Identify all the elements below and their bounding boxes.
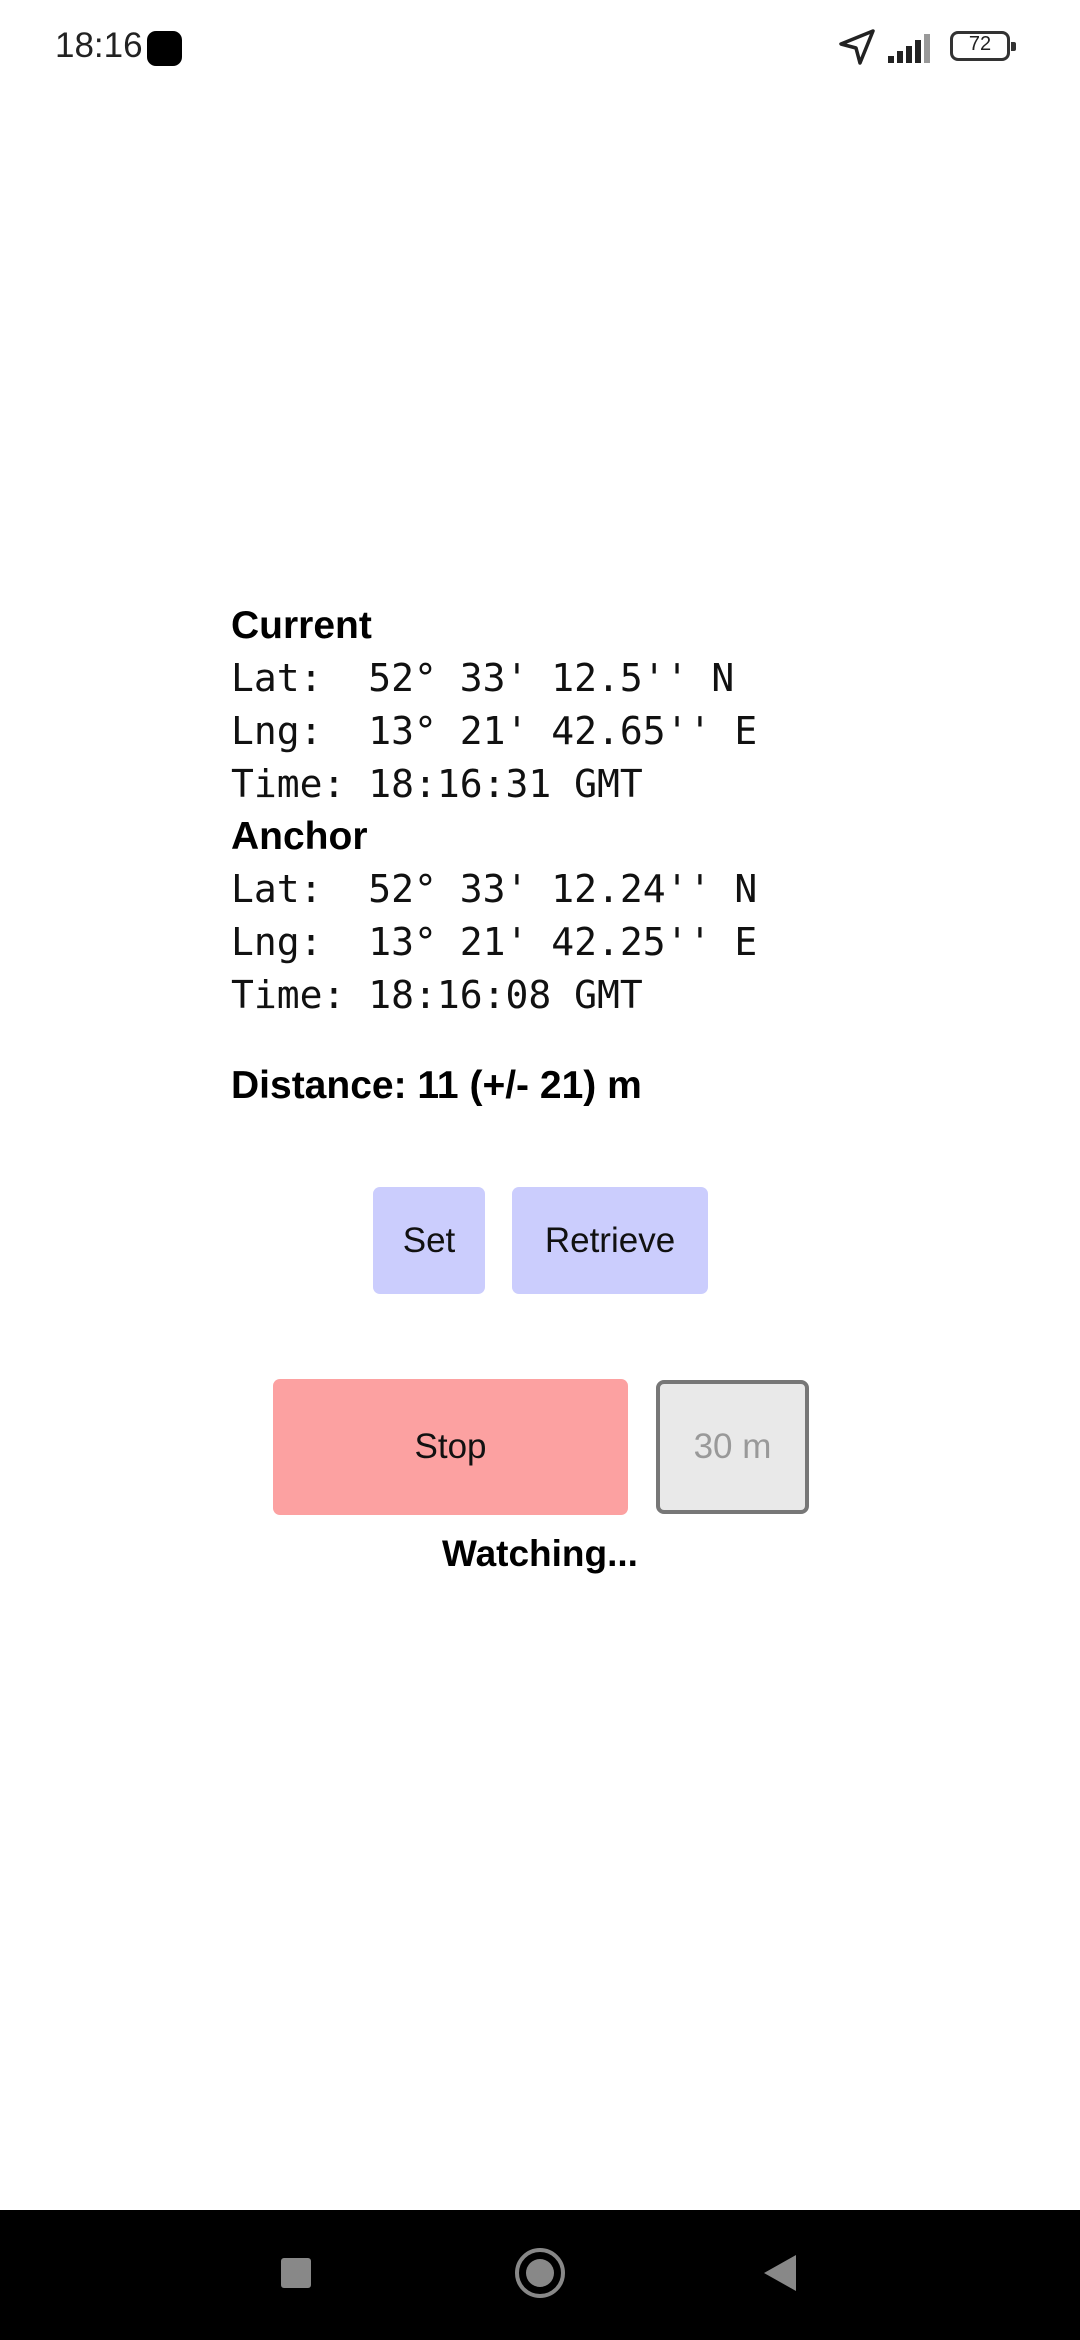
retrieve-anchor-button[interactable]: Retrieve [512,1187,708,1294]
alarm-radius-field[interactable]: 30 m [656,1380,809,1514]
set-anchor-button[interactable]: Set [373,1187,485,1294]
signal-icon [888,34,930,63]
location-panel: Current Lat: 52° 33' 12.5'' N Lng: 13° 2… [231,600,931,1022]
recents-icon[interactable] [281,2258,311,2288]
current-time: Time: 18:16:31 GMT [231,762,643,806]
current-lng: Lng: 13° 21' 42.65'' E [231,709,758,753]
anchor-time: Time: 18:16:08 GMT [231,973,643,1017]
status-time: 18:16 [55,26,143,65]
watch-status: Watching... [442,1533,638,1574]
back-icon[interactable] [764,2255,796,2291]
screen: 18:16 72 Current Lat: 52° 33' 12.5'' N L… [0,0,1080,2340]
battery-icon: 72 [950,31,1016,61]
app-indicator-icon [147,31,182,66]
anchor-lat: Lat: 52° 33' 12.24'' N [231,867,758,911]
stop-button[interactable]: Stop [273,1379,628,1515]
navigation-arrow-icon [839,29,875,65]
home-icon[interactable] [515,2248,565,2298]
anchor-heading: Anchor [231,815,368,858]
status-bar: 18:16 72 [0,0,1080,96]
current-lat: Lat: 52° 33' 12.5'' N [231,656,735,700]
distance-readout: Distance: 11 (+/- 21) m [231,1064,642,1107]
navigation-bar [0,2210,1080,2340]
battery-level: 72 [968,33,992,55]
anchor-lng: Lng: 13° 21' 42.25'' E [231,920,758,964]
current-heading: Current [231,604,372,647]
